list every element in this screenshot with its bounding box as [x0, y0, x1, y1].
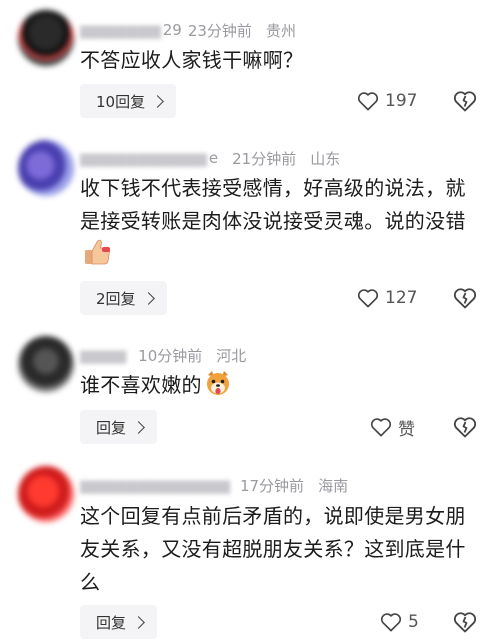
avatar[interactable] [18, 140, 74, 196]
username[interactable]: ▆▆▆▆▆▆▆▆▆▆▆ [80, 149, 207, 167]
timestamp: 23分钟前 [187, 21, 252, 40]
comment-text: 收下钱不代表接受感情，好高级的说法，就是接受转账是肉体没说接受灵魂。说的没错 [80, 172, 480, 276]
like-count: 127 [385, 288, 418, 308]
username[interactable]: ▆▆▆▆ [80, 346, 126, 364]
reply-label: 回复 [96, 613, 127, 632]
comment-meta: ▆▆▆▆ 10分钟前 河北 [80, 343, 246, 367]
dog-face-tongue-icon [206, 371, 229, 395]
broken-heart-icon [453, 612, 477, 633]
thumbs-up-icon [85, 239, 110, 265]
comment-text: 不答应收人家钱干嘛啊？ [80, 44, 480, 77]
timestamp: 21分钟前 [232, 149, 297, 168]
like-button[interactable]: 赞 [370, 410, 415, 444]
username[interactable]: ▆▆▆▆▆▆▆ [80, 21, 161, 39]
comment-text-body: 谁不喜欢嫩的 [80, 373, 202, 397]
like-count: 197 [385, 91, 418, 111]
reply-label: 回复 [96, 418, 127, 437]
comment-meta: ▆▆▆▆▆▆▆ 29 23分钟前 贵州 [80, 18, 296, 42]
username-suffix: 29 [162, 21, 182, 39]
dislike-button[interactable] [453, 281, 477, 315]
reply-button[interactable]: 2回复 [80, 281, 167, 315]
avatar[interactable] [18, 10, 74, 66]
timestamp: 10分钟前 [138, 346, 203, 365]
comment-text: 这个回复有点前后矛盾的，说即使是男女朋友关系，又没有超脱朋友关系？这到底是什么 [80, 500, 480, 599]
broken-heart-icon [453, 417, 477, 438]
username[interactable]: ▆▆▆▆▆▆▆▆▆▆▆▆▆ [80, 476, 230, 494]
like-button[interactable]: 127 [357, 281, 417, 315]
reply-button[interactable]: 回复 [80, 605, 158, 639]
location: 贵州 [265, 21, 296, 40]
like-label: 赞 [398, 419, 415, 440]
comment-text-body: 收下钱不代表接受感情，好高级的说法，就是接受转账是肉体没说接受灵魂。说的没错 [80, 176, 466, 233]
location: 山东 [310, 149, 341, 168]
avatar[interactable] [18, 336, 74, 392]
timestamp: 17分钟前 [239, 476, 305, 495]
thumbs-up-emoji [82, 238, 112, 276]
comment-text: 谁不喜欢嫩的 [80, 369, 480, 407]
heart-outline-icon [370, 418, 392, 437]
location: 海南 [318, 476, 349, 495]
heart-outline-icon [357, 289, 379, 308]
reply-button[interactable]: 10回复 [80, 84, 177, 118]
like-button[interactable]: 197 [357, 84, 417, 118]
dislike-button[interactable] [453, 605, 477, 639]
chevron-right-icon [132, 616, 145, 629]
dislike-button[interactable] [453, 84, 477, 118]
comment-text-body: 不答应收人家钱干嘛啊？ [80, 48, 304, 72]
comment-meta: ▆▆▆▆▆▆▆▆▆▆▆ e 21分钟前 山东 [80, 146, 340, 170]
reply-label: 10回复 [96, 92, 146, 111]
heart-outline-icon [357, 92, 379, 111]
reply-button[interactable]: 回复 [80, 410, 158, 444]
chevron-right-icon [141, 292, 155, 305]
comment-meta: ▆▆▆▆▆▆▆▆▆▆▆▆▆ 17分钟前 海南 [80, 473, 348, 497]
reply-label: 2回复 [96, 289, 136, 308]
chevron-right-icon [151, 95, 164, 108]
comment-text-body: 这个回复有点前后矛盾的，说即使是男女朋友关系，又没有超脱朋友关系？这到底是什么 [80, 504, 466, 594]
broken-heart-icon [453, 91, 477, 112]
username-suffix: e [208, 149, 219, 167]
broken-heart-icon [453, 288, 477, 309]
like-button[interactable]: 5 [380, 605, 419, 639]
dislike-button[interactable] [453, 410, 477, 444]
chevron-right-icon [132, 421, 145, 434]
location: 河北 [216, 346, 247, 365]
dog-face-tongue-emoji [204, 369, 232, 407]
heart-outline-icon [380, 613, 402, 632]
avatar[interactable] [18, 466, 74, 522]
like-count: 5 [408, 612, 419, 632]
